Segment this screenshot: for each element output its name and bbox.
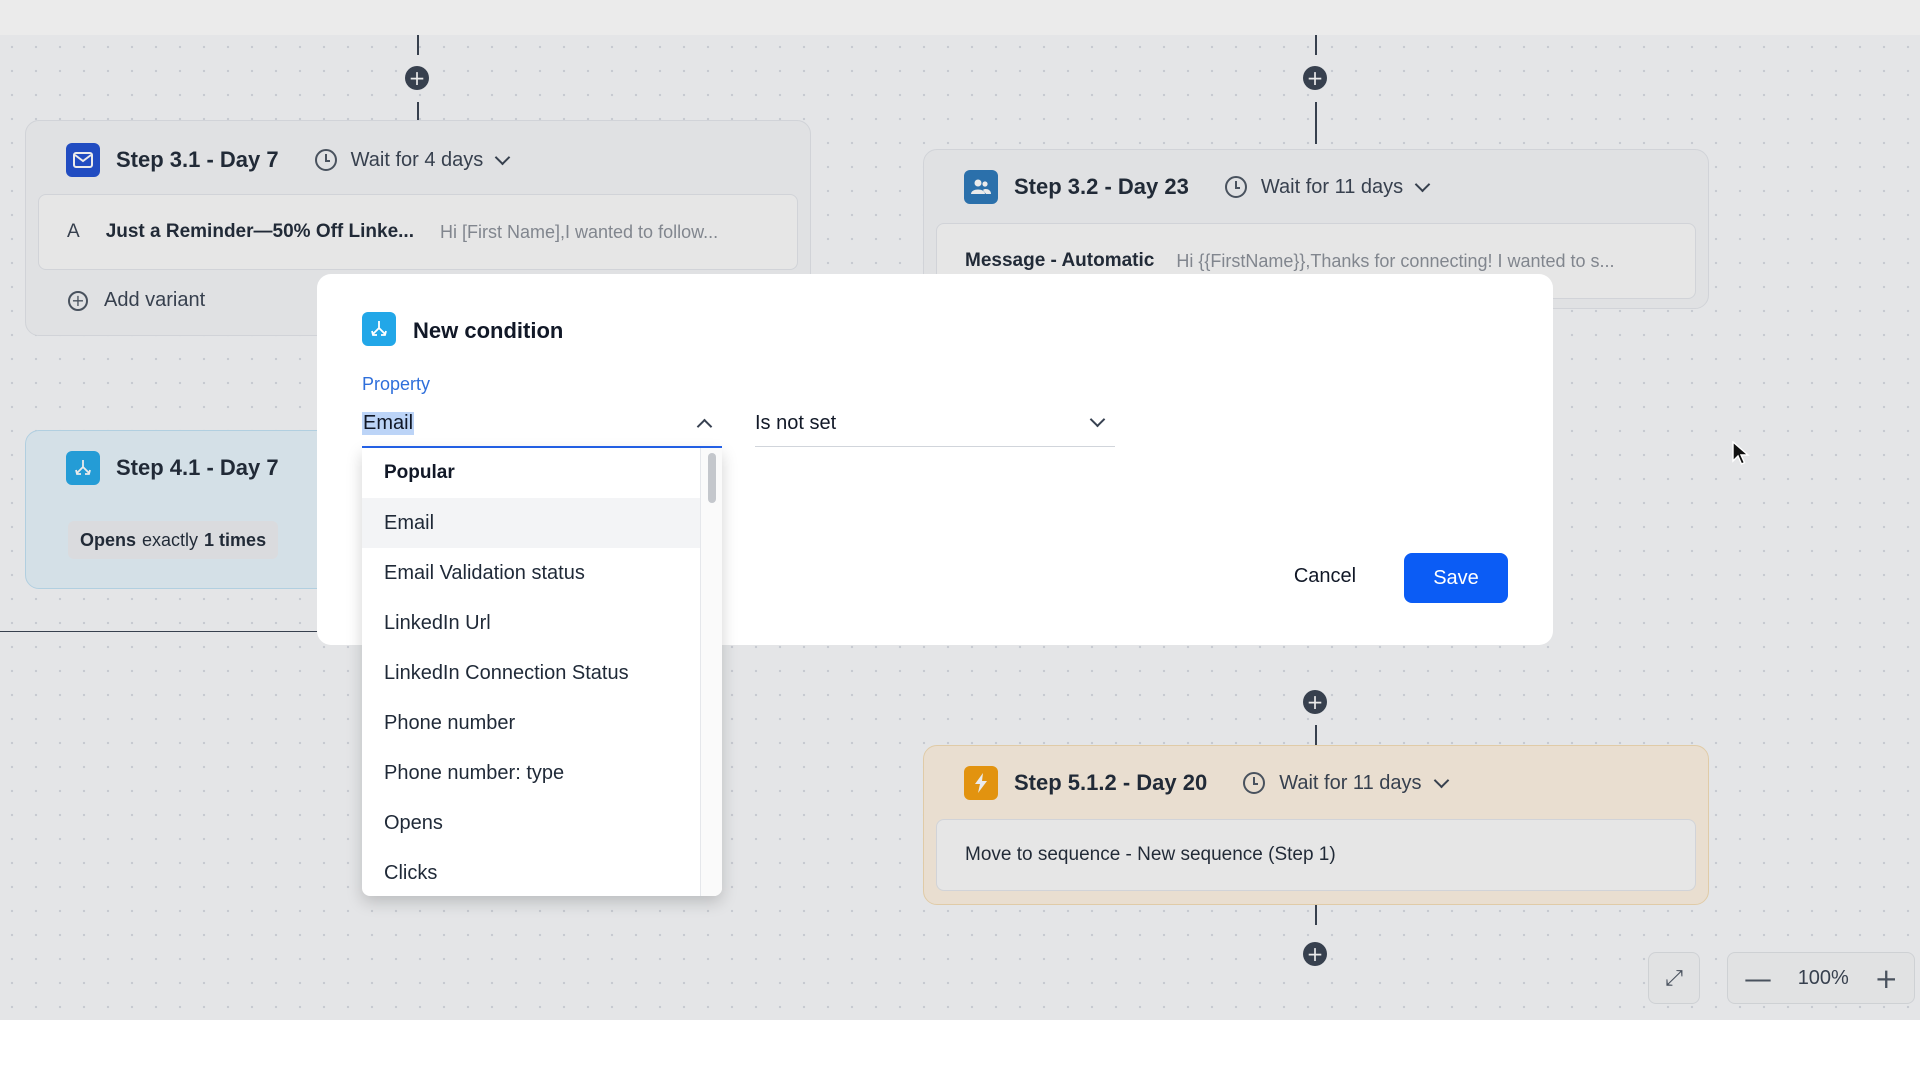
dropdown-option-phone-number[interactable]: Phone number: [362, 698, 700, 748]
dropdown-options: Popular Email Email Validation status Li…: [362, 448, 700, 896]
dropdown-scrollbar[interactable]: [700, 448, 722, 896]
condition-split-icon: [362, 312, 396, 346]
dropdown-option-linkedin-connection-status[interactable]: LinkedIn Connection Status: [362, 648, 700, 698]
mouse-cursor-icon: [1732, 441, 1750, 465]
operator-select[interactable]: Is not set: [755, 404, 1115, 447]
property-dropdown-list[interactable]: Popular Email Email Validation status Li…: [362, 448, 722, 896]
dialog-title: New condition: [413, 318, 564, 343]
chevron-up-icon[interactable]: [696, 418, 713, 435]
dropdown-group-label: Popular: [384, 462, 455, 483]
save-button[interactable]: Save: [1404, 553, 1508, 603]
property-select-value[interactable]: Email: [362, 412, 415, 435]
operator-select-value: Is not set: [755, 412, 837, 434]
property-select[interactable]: Email: [362, 404, 722, 448]
scrollbar-thumb[interactable]: [708, 453, 716, 503]
dropdown-option-clicks[interactable]: Clicks: [362, 848, 700, 896]
dropdown-option-email-validation-status[interactable]: Email Validation status: [362, 548, 700, 598]
dropdown-option-linkedin-url[interactable]: LinkedIn Url: [362, 598, 700, 648]
property-label: Property: [362, 374, 431, 394]
chevron-down-icon[interactable]: [1089, 411, 1106, 428]
dropdown-option-email[interactable]: Email: [362, 498, 700, 548]
dropdown-option-phone-number-type[interactable]: Phone number: type: [362, 748, 700, 798]
dropdown-option-opens[interactable]: Opens: [362, 798, 700, 848]
cancel-button[interactable]: Cancel: [1270, 551, 1380, 601]
